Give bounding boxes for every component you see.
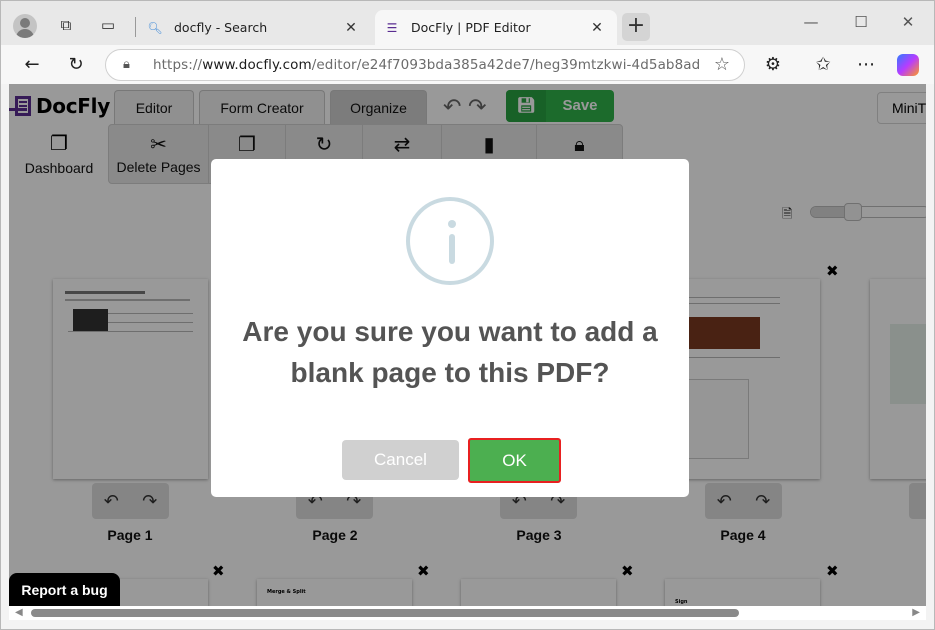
more-options-icon[interactable]: ⋯ bbox=[854, 53, 878, 77]
url-path: /editor/e24f7093bda385a42de7/heg39mtzkwi… bbox=[311, 57, 701, 73]
minimize-icon[interactable]: — bbox=[796, 13, 826, 31]
dialog-title: Are you sure you want to add a blank pag… bbox=[242, 316, 658, 388]
profile-avatar-icon[interactable] bbox=[13, 14, 37, 38]
browser-window: ⧉ ▭ 🔍︎ docfly - Search ✕ ☰ DocFly | PDF … bbox=[0, 0, 935, 630]
horizontal-scrollbar[interactable]: ◀ ▶ bbox=[9, 606, 926, 620]
tab-docfly[interactable]: ☰ DocFly | PDF Editor ✕ bbox=[375, 10, 617, 45]
extensions-icon[interactable]: ⚙ bbox=[761, 53, 785, 77]
docfly-icon: ☰ bbox=[386, 20, 398, 35]
vertical-tabs-icon[interactable]: ▭ bbox=[98, 15, 118, 35]
close-tab-icon[interactable]: ✕ bbox=[341, 20, 361, 36]
tab-strip: ⧉ ▭ 🔍︎ docfly - Search ✕ ☰ DocFly | PDF … bbox=[1, 1, 934, 45]
refresh-icon[interactable]: ↻ bbox=[64, 53, 88, 77]
vertical-scrollbar[interactable] bbox=[926, 84, 934, 620]
ok-button[interactable]: OK bbox=[468, 438, 561, 483]
close-tab-icon[interactable]: ✕ bbox=[587, 20, 607, 36]
search-icon: 🔍︎ bbox=[147, 20, 163, 35]
lock-icon[interactable]: 🔒︎ bbox=[123, 57, 130, 72]
tab-title: docfly - Search bbox=[174, 20, 268, 35]
scroll-left-arrow-icon[interactable]: ◀ bbox=[15, 607, 23, 618]
url-prefix: https:// bbox=[153, 57, 203, 73]
workspaces-icon[interactable]: ⧉ bbox=[56, 15, 76, 35]
favorites-icon[interactable]: ✩ bbox=[811, 53, 835, 77]
copilot-icon[interactable] bbox=[897, 54, 919, 76]
scroll-right-arrow-icon[interactable]: ▶ bbox=[912, 607, 920, 618]
new-tab-button[interactable]: + bbox=[622, 13, 650, 41]
close-window-icon[interactable]: ✕ bbox=[893, 13, 923, 31]
info-icon bbox=[406, 197, 494, 285]
url-text[interactable]: https://www.docfly.com/editor/e24f7093bd… bbox=[153, 57, 700, 73]
tab-title: DocFly | PDF Editor bbox=[411, 20, 531, 35]
address-bar[interactable]: 🔒︎ https://www.docfly.com/editor/e24f709… bbox=[105, 49, 745, 81]
navigation-bar: ← ↻ 🔒︎ https://www.docfly.com/editor/e24… bbox=[1, 45, 934, 84]
confirm-dialog: Are you sure you want to add a blank pag… bbox=[211, 159, 689, 497]
back-arrow-icon[interactable]: ← bbox=[20, 53, 44, 77]
scrollbar-thumb[interactable] bbox=[31, 609, 739, 617]
separator bbox=[135, 17, 136, 37]
url-domain: www.docfly.com bbox=[202, 57, 312, 73]
tab-search[interactable]: 🔍︎ docfly - Search ✕ bbox=[138, 10, 371, 45]
maximize-icon[interactable]: ☐ bbox=[846, 13, 876, 31]
favorite-star-icon[interactable]: ☆ bbox=[714, 54, 730, 75]
report-bug-button[interactable]: Report a bug bbox=[9, 573, 120, 606]
cancel-button[interactable]: Cancel bbox=[342, 440, 459, 480]
